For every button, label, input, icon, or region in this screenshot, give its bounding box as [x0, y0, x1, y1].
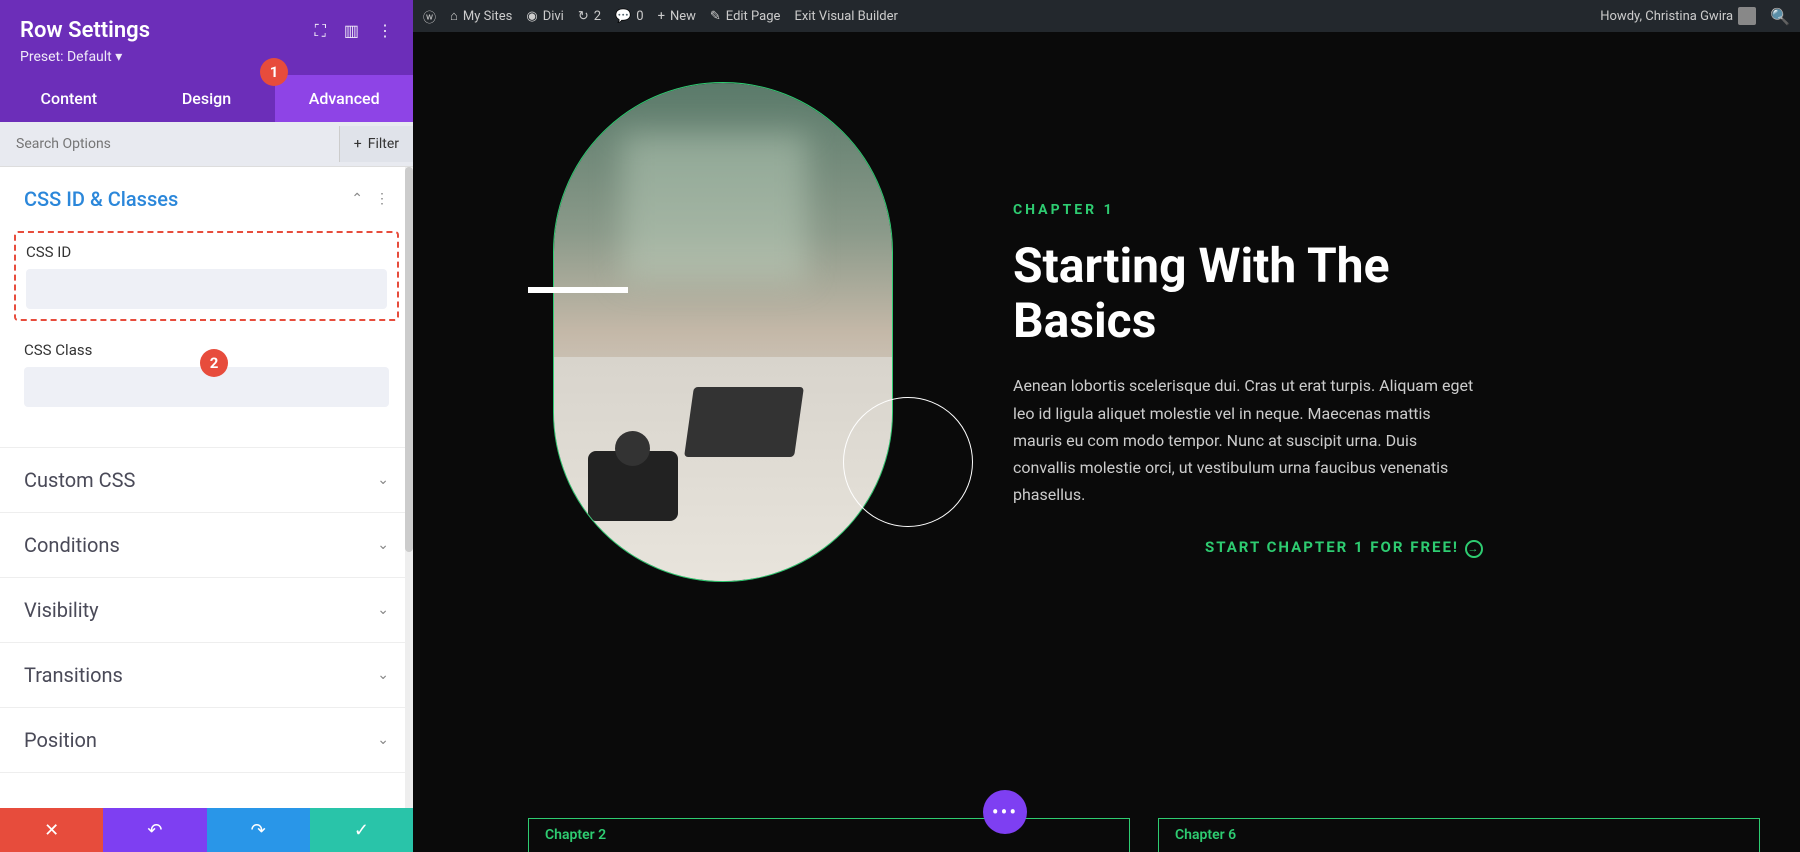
- css-id-label: CSS ID: [26, 243, 387, 261]
- panel-scrollbar[interactable]: [405, 167, 413, 808]
- page-paragraph: Aenean lobortis scelerisque dui. Cras ut…: [1013, 372, 1483, 508]
- my-sites-link[interactable]: ⌂My Sites: [450, 8, 512, 24]
- divi-icon: ◉: [526, 9, 537, 24]
- comment-icon: 💬: [615, 9, 631, 24]
- chapter-nav: Chapter 2 Chapter 6: [528, 818, 1760, 852]
- sites-icon: ⌂: [450, 8, 458, 24]
- tab-advanced[interactable]: Advanced: [275, 75, 413, 122]
- page-preview: ⓦ ⌂My Sites ◉Divi ↻2 💬0 +New ✎Edit Page …: [413, 0, 1800, 852]
- plus-icon: +: [658, 9, 665, 24]
- section-title: Custom CSS: [24, 468, 135, 492]
- hero-image-wrap: [553, 82, 923, 602]
- save-button[interactable]: ✓: [310, 808, 413, 852]
- hero-image: [554, 83, 892, 581]
- search-icon[interactable]: 🔍: [1770, 7, 1790, 26]
- expand-icon[interactable]: ⛶: [315, 21, 326, 41]
- pill-image-frame: [553, 82, 893, 582]
- chapter-label: CHAPTER 1: [1013, 202, 1483, 218]
- search-row: + Filter: [0, 122, 413, 167]
- filter-button[interactable]: + Filter: [339, 126, 413, 162]
- comments-link[interactable]: 💬0: [615, 9, 644, 24]
- settings-sidebar: Row Settings ⛶ ▥ ⋮ Preset: Default ▾ 1 C…: [0, 0, 413, 852]
- text-column: CHAPTER 1 Starting With The Basics Aenea…: [1013, 202, 1483, 558]
- tab-design[interactable]: Design: [138, 75, 276, 122]
- accent-circle: [843, 397, 973, 527]
- section-more-icon[interactable]: ⋮: [375, 191, 389, 207]
- sidebar-footer: ✕ ↶ ↷ ✓: [0, 808, 413, 852]
- cta-link[interactable]: START CHAPTER 1 FOR FREE!→: [1013, 538, 1483, 558]
- filter-label: Filter: [368, 136, 399, 152]
- preset-dropdown[interactable]: Preset: Default ▾: [20, 49, 393, 65]
- accent-line: [528, 287, 628, 293]
- page-heading: Starting With The Basics: [1013, 238, 1483, 348]
- wp-logo[interactable]: ⓦ: [423, 7, 436, 26]
- redo-button[interactable]: ↷: [207, 808, 310, 852]
- section-title: Position: [24, 728, 97, 752]
- pencil-icon: ✎: [710, 9, 721, 24]
- section-custom-css[interactable]: Custom CSS ⌄: [0, 448, 413, 512]
- undo-button[interactable]: ↶: [103, 808, 206, 852]
- section-title: CSS ID & Classes: [24, 187, 178, 211]
- panel-title: Row Settings: [20, 18, 150, 43]
- edit-page-link[interactable]: ✎Edit Page: [710, 9, 781, 24]
- section-title: Conditions: [24, 533, 120, 557]
- section-title: Visibility: [24, 598, 99, 622]
- cancel-button[interactable]: ✕: [0, 808, 103, 852]
- chapter-6-box[interactable]: Chapter 6: [1158, 818, 1760, 852]
- chevron-up-icon: ⌃: [351, 191, 363, 207]
- refresh-icon: ↻: [578, 9, 589, 24]
- section-position[interactable]: Position ⌄: [0, 708, 413, 772]
- builder-fab[interactable]: •••: [983, 790, 1027, 834]
- wp-admin-bar: ⓦ ⌂My Sites ◉Divi ↻2 💬0 +New ✎Edit Page …: [413, 0, 1800, 32]
- divi-link[interactable]: ◉Divi: [526, 9, 564, 24]
- chevron-down-icon: ⌄: [377, 667, 389, 683]
- new-link[interactable]: +New: [658, 9, 696, 24]
- chevron-down-icon: ⌄: [377, 602, 389, 618]
- search-input[interactable]: [0, 122, 339, 166]
- css-id-input[interactable]: [26, 269, 387, 309]
- section-transitions[interactable]: Transitions ⌄: [0, 643, 413, 707]
- chevron-down-icon: ⌄: [377, 472, 389, 488]
- plus-icon: +: [354, 136, 362, 152]
- chevron-down-icon: ⌄: [377, 732, 389, 748]
- responsive-icon[interactable]: ▥: [344, 21, 359, 40]
- chapter-2-box[interactable]: Chapter 2: [528, 818, 1130, 852]
- arrow-right-icon: →: [1465, 540, 1483, 558]
- more-icon[interactable]: ⋮: [377, 21, 393, 40]
- section-visibility[interactable]: Visibility ⌄: [0, 578, 413, 642]
- page-content: CHAPTER 1 Starting With The Basics Aenea…: [413, 32, 1800, 852]
- annotation-badge-2: 2: [200, 349, 228, 377]
- section-title: Transitions: [24, 663, 123, 687]
- annotation-badge-1: 1: [260, 58, 288, 86]
- tab-content[interactable]: Content: [0, 75, 138, 122]
- section-conditions[interactable]: Conditions ⌄: [0, 513, 413, 577]
- settings-tabs: Content Design Advanced: [0, 75, 413, 122]
- options-panel: 2 CSS ID & Classes ⌃⋮ 3 CSS ID CSS Class…: [0, 167, 413, 808]
- updates-link[interactable]: ↻2: [578, 9, 601, 24]
- sidebar-header: Row Settings ⛶ ▥ ⋮ Preset: Default ▾: [0, 0, 413, 75]
- howdy-user[interactable]: Howdy, Christina Gwira: [1600, 7, 1756, 25]
- avatar: [1738, 7, 1756, 25]
- exit-vb-link[interactable]: Exit Visual Builder: [794, 9, 897, 24]
- chevron-down-icon: ⌄: [377, 537, 389, 553]
- section-css-id-classes[interactable]: CSS ID & Classes ⌃ ⋮: [0, 167, 413, 231]
- css-id-field-wrap: 3 CSS ID: [14, 231, 399, 321]
